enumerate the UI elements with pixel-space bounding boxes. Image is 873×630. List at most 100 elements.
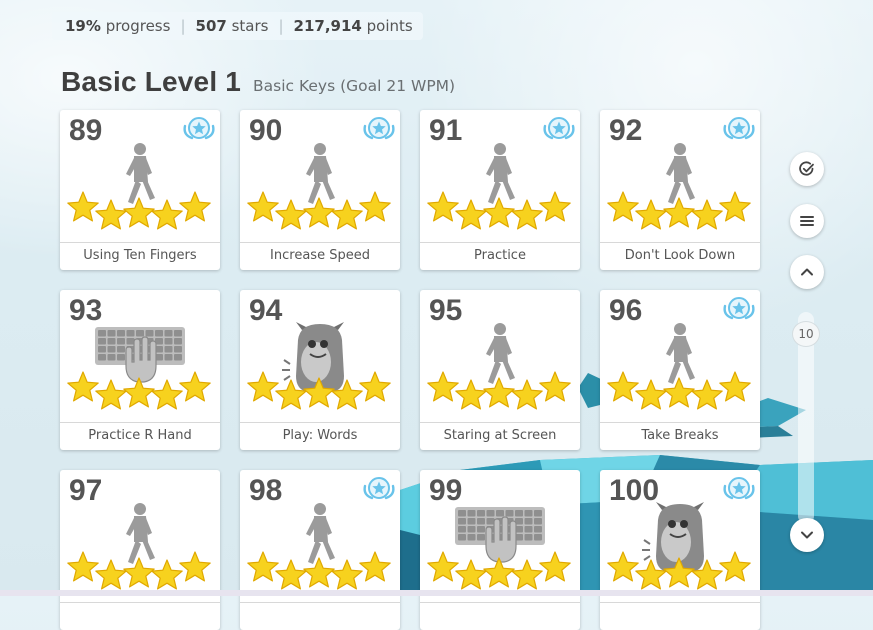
achievement-badge-icon xyxy=(722,475,756,503)
star-icon xyxy=(635,379,667,410)
level-title: Basic Level 1 xyxy=(61,66,242,97)
star-icon xyxy=(691,199,723,230)
star-icon xyxy=(179,191,211,222)
star-icon xyxy=(635,199,667,230)
star-icon xyxy=(607,551,639,582)
star-icon xyxy=(67,371,99,402)
star-icon xyxy=(455,559,487,590)
lesson-title: Staring at Screen xyxy=(420,422,580,450)
lesson-card[interactable]: 89 Using Ten Fingers xyxy=(60,110,220,270)
achievement-badge-icon xyxy=(182,115,216,143)
star-icon xyxy=(67,191,99,222)
star-icon xyxy=(331,199,363,230)
star-icon xyxy=(719,191,751,222)
scroll-down-button[interactable] xyxy=(790,518,824,552)
star-icon xyxy=(359,371,391,402)
star-icon xyxy=(663,557,695,588)
star-icon xyxy=(635,559,667,590)
star-icon xyxy=(607,191,639,222)
star-icon xyxy=(359,551,391,582)
menu-button[interactable] xyxy=(790,204,824,238)
check-circle-icon xyxy=(799,161,814,176)
divider: | xyxy=(180,17,186,35)
lesson-card[interactable]: 94 Play: Words xyxy=(240,290,400,450)
star-icon xyxy=(123,377,155,408)
achievement-badge-icon xyxy=(362,115,396,143)
points-stat: 217,914 points xyxy=(293,17,413,35)
achievement-badge-icon xyxy=(362,475,396,503)
star-icon xyxy=(95,199,127,230)
star-icon xyxy=(455,379,487,410)
lesson-star-rating xyxy=(427,190,573,238)
star-icon xyxy=(663,377,695,408)
progress-stats-bar: 19% progress | 507 stars | 217,914 point… xyxy=(52,12,423,40)
star-icon xyxy=(511,559,543,590)
lesson-title xyxy=(60,602,220,630)
lesson-card[interactable]: 96 Take Breaks xyxy=(600,290,760,450)
bottom-edge xyxy=(0,590,873,596)
lesson-card[interactable]: 99 xyxy=(420,470,580,630)
lesson-card[interactable]: 92 Don't Look Down xyxy=(600,110,760,270)
lesson-star-rating xyxy=(607,370,753,418)
lesson-star-rating xyxy=(427,370,573,418)
star-icon xyxy=(95,559,127,590)
lesson-card[interactable]: 97 xyxy=(60,470,220,630)
lesson-title: Using Ten Fingers xyxy=(60,242,220,270)
achievement-badge-icon xyxy=(542,115,576,143)
star-icon xyxy=(179,551,211,582)
star-icon xyxy=(691,379,723,410)
star-icon xyxy=(151,379,183,410)
star-icon xyxy=(511,199,543,230)
star-icon xyxy=(483,557,515,588)
lesson-card[interactable]: 93 Practice R Hand xyxy=(60,290,220,450)
star-icon xyxy=(539,191,571,222)
star-icon xyxy=(303,557,335,588)
star-icon xyxy=(95,379,127,410)
star-icon xyxy=(331,559,363,590)
star-icon xyxy=(539,371,571,402)
chevron-down-icon xyxy=(801,531,813,539)
star-icon xyxy=(275,199,307,230)
star-icon xyxy=(359,191,391,222)
star-icon xyxy=(151,199,183,230)
lesson-title xyxy=(240,602,400,630)
lesson-card[interactable]: 95 Staring at Screen xyxy=(420,290,580,450)
star-icon xyxy=(275,559,307,590)
star-icon xyxy=(247,551,279,582)
star-icon xyxy=(663,197,695,228)
star-icon xyxy=(303,377,335,408)
progress-check-button[interactable] xyxy=(790,152,824,186)
star-icon xyxy=(427,551,459,582)
star-icon xyxy=(691,559,723,590)
star-icon xyxy=(719,371,751,402)
level-scroll-thumb[interactable]: 10 xyxy=(792,321,820,347)
star-icon xyxy=(275,379,307,410)
star-icon xyxy=(123,557,155,588)
achievement-badge-icon xyxy=(722,295,756,323)
star-icon xyxy=(427,191,459,222)
star-icon xyxy=(247,371,279,402)
star-icon xyxy=(455,199,487,230)
star-icon xyxy=(247,191,279,222)
star-icon xyxy=(123,197,155,228)
lesson-title xyxy=(600,602,760,630)
star-icon xyxy=(67,551,99,582)
achievement-badge-icon xyxy=(722,115,756,143)
lesson-title xyxy=(420,602,580,630)
star-icon xyxy=(511,379,543,410)
lesson-card[interactable]: 90 Increase Speed xyxy=(240,110,400,270)
lesson-title: Play: Words xyxy=(240,422,400,450)
lesson-card[interactable]: 98 xyxy=(240,470,400,630)
star-icon xyxy=(483,197,515,228)
scroll-up-button[interactable] xyxy=(790,255,824,289)
lesson-card[interactable]: 100 xyxy=(600,470,760,630)
star-icon xyxy=(331,379,363,410)
progress-stat: 19% progress xyxy=(65,17,171,35)
lesson-card[interactable]: 91 Practice xyxy=(420,110,580,270)
star-icon xyxy=(303,197,335,228)
lesson-title: Take Breaks xyxy=(600,422,760,450)
star-icon xyxy=(179,371,211,402)
star-icon xyxy=(427,371,459,402)
star-icon xyxy=(483,377,515,408)
menu-icon xyxy=(800,216,814,226)
